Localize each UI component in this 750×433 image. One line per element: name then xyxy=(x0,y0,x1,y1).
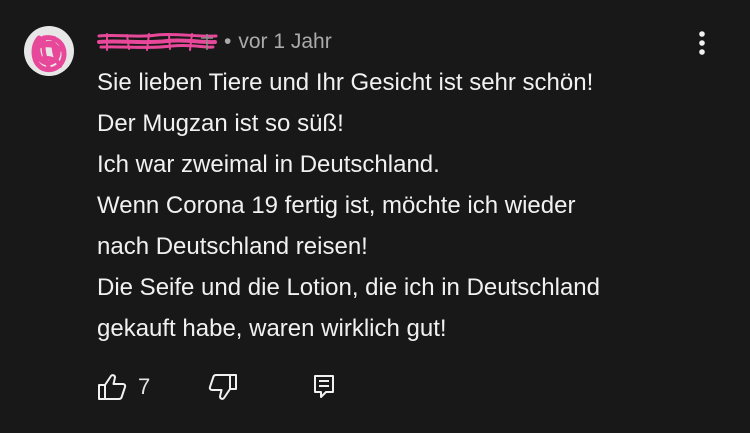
timestamp[interactable]: vor 1 Jahr xyxy=(238,30,331,54)
reply-comment-icon xyxy=(314,375,334,398)
avatar[interactable] xyxy=(24,26,74,76)
more-vert-icon xyxy=(699,31,705,55)
like-button[interactable]: 7 xyxy=(97,368,150,406)
comment-line: Der Mugzan ist so süß! xyxy=(97,110,344,137)
comment-line: gekauft habe, waren wirklich gut! xyxy=(97,315,447,342)
avatar-redaction-scribble xyxy=(31,35,67,73)
thumbs-up-icon xyxy=(98,374,127,400)
reply-button[interactable] xyxy=(313,368,335,406)
separator-dot: • xyxy=(224,30,232,53)
dislike-button[interactable] xyxy=(208,368,238,406)
comment-header: • vor 1 Jahr xyxy=(97,29,332,55)
like-count: 7 xyxy=(138,374,151,399)
more-options-button[interactable] xyxy=(689,28,715,58)
comment-line: Sie lieben Tiere und Ihr Gesicht ist seh… xyxy=(97,69,594,96)
comment-line: Wenn Corona 19 fertig ist, möchte ich wi… xyxy=(97,192,576,219)
thumbs-down-icon xyxy=(208,374,237,400)
author-name-redacted[interactable] xyxy=(97,30,218,54)
author-redaction-scribble xyxy=(97,32,218,51)
comment-text: Sie lieben Tiere und Ihr Gesicht ist seh… xyxy=(97,62,717,349)
comment-line: Die Seife und die Lotion, die ich in Deu… xyxy=(97,274,600,301)
comment-line: nach Deutschland reisen! xyxy=(97,233,368,260)
comment-line: Ich war zweimal in Deutschland. xyxy=(97,151,440,178)
